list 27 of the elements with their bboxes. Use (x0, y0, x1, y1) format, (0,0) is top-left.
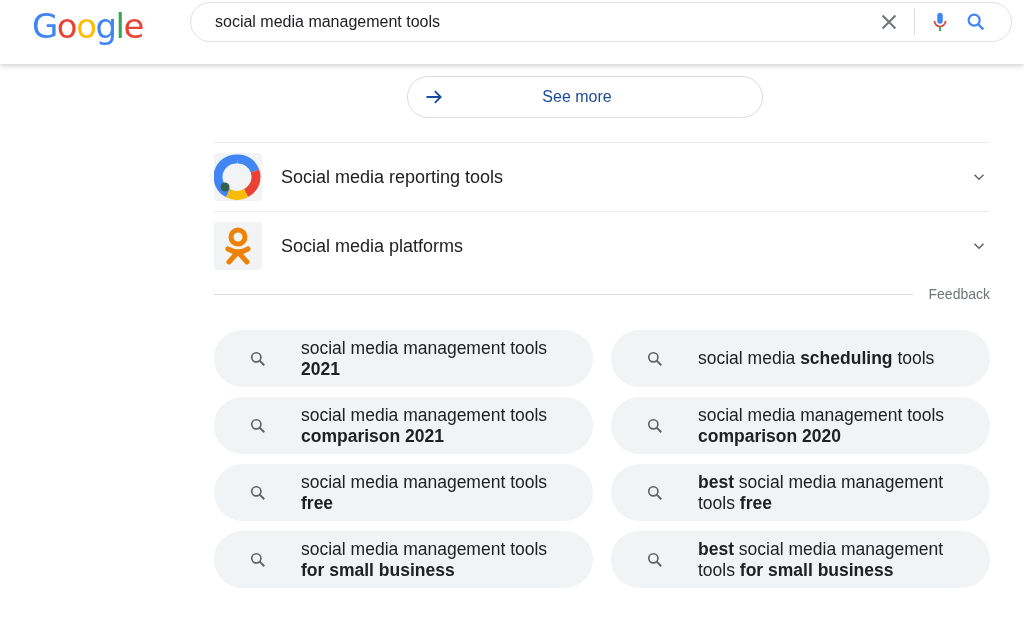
related-search-text: social media management tools comparison 2020 (698, 404, 946, 447)
topic-title: Social media platforms (281, 235, 465, 257)
related-search-chip[interactable]: social media management tools comparison 2020 (611, 397, 990, 454)
topic-title: Social media reporting tools (281, 166, 505, 188)
related-search-text: social media management tools free (301, 471, 549, 514)
related-search-text: social media scheduling tools (698, 348, 935, 369)
search-query-text: social media management tools (215, 13, 441, 31)
related-search-chip[interactable]: social media management tools comparison 2021 (214, 397, 593, 454)
related-search-text: social media management tools comparison 2021 (301, 404, 549, 447)
related-search-chip[interactable]: best social media management tools for small business (611, 531, 990, 588)
related-search-text: social media management tools for small business (301, 538, 549, 581)
related-search-text: best social media management tools for small business (698, 538, 945, 581)
see-more-button[interactable]: See more (407, 76, 763, 118)
related-search-chip[interactable]: social media management tools 2021 (214, 330, 593, 387)
related-search-chip[interactable]: social media management tools free (214, 464, 593, 521)
related-search-chip[interactable]: social media management tools for small business (214, 531, 593, 588)
topic-row[interactable]: Social media reporting tools (214, 143, 990, 212)
topic-row[interactable]: Social media platforms (214, 212, 990, 280)
related-search-text: social media management tools 2021 (301, 337, 549, 380)
related-search-text: best social media management tools free (698, 471, 945, 514)
related-search-chip[interactable]: social media scheduling tools (611, 330, 990, 387)
feedback-link[interactable]: Feedback (928, 286, 990, 302)
logo[interactable]: Google (32, 6, 156, 46)
search-icon[interactable] (965, 11, 987, 33)
person-figure-icon (214, 222, 262, 270)
related-search-chip[interactable]: best social media management tools free (611, 464, 990, 521)
ring-logo-icon (214, 153, 262, 201)
